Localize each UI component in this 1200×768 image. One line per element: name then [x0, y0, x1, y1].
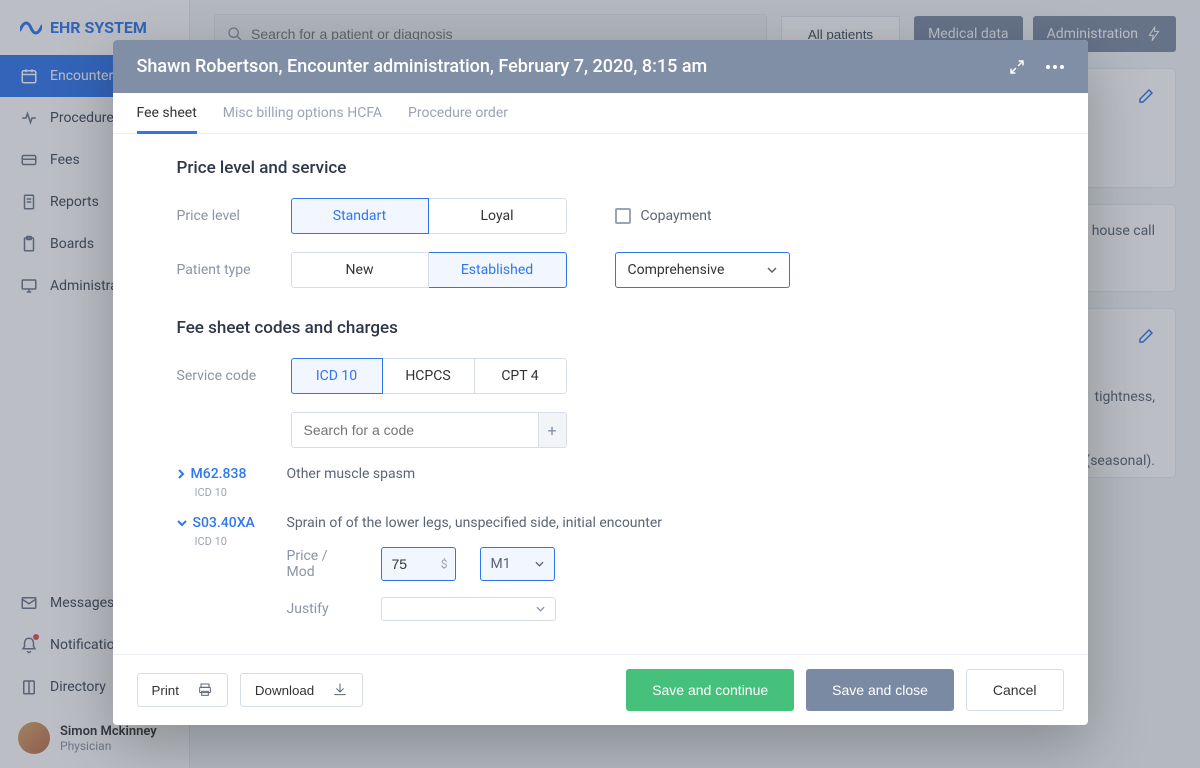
print-icon	[197, 682, 213, 698]
code-toggle[interactable]: S03.40XA	[177, 515, 257, 531]
save-close-button[interactable]: Save and close	[806, 669, 954, 711]
modifier-select[interactable]: M1	[480, 547, 555, 581]
label-price-mod: Price / Mod	[287, 548, 357, 580]
chevron-down-icon	[767, 267, 777, 273]
save-continue-button[interactable]: Save and continue	[626, 669, 794, 711]
seg-price-standard[interactable]: Standart	[291, 198, 429, 234]
label-patient-type: Patient type	[177, 262, 267, 278]
add-code-button[interactable]: +	[539, 412, 567, 448]
modal-title: Shawn Robertson, Encounter administratio…	[137, 56, 708, 77]
chevron-down-icon	[177, 519, 187, 527]
cancel-button[interactable]: Cancel	[966, 669, 1064, 711]
comprehensive-select[interactable]: Comprehensive	[615, 252, 790, 288]
label-service-code: Service code	[177, 368, 267, 384]
encounter-modal: Shawn Robertson, Encounter administratio…	[113, 40, 1088, 725]
code-system: ICD 10	[195, 486, 257, 499]
print-button[interactable]: Print	[137, 673, 228, 707]
seg-cpt4[interactable]: CPT 4	[475, 358, 567, 394]
code-system: ICD 10	[195, 535, 257, 548]
more-icon[interactable]	[1046, 65, 1064, 69]
section-price-level: Price level and service	[177, 158, 1024, 178]
label-price-level: Price level	[177, 208, 267, 224]
tab-procedure-order[interactable]: Procedure order	[408, 93, 508, 133]
seg-hcpcs[interactable]: HCPCS	[383, 358, 475, 394]
patient-type-segmented: New Established	[291, 252, 567, 288]
seg-icd10[interactable]: ICD 10	[291, 358, 383, 394]
price-level-segmented: Standart Loyal	[291, 198, 567, 234]
justify-select[interactable]	[381, 597, 556, 621]
code-value: M62.838	[191, 466, 247, 482]
seg-price-loyal[interactable]: Loyal	[429, 198, 567, 234]
chevron-down-icon	[535, 561, 544, 567]
code-description: Other muscle spasm	[287, 466, 1024, 499]
copayment-checkbox[interactable]	[615, 208, 631, 224]
section-codes: Fee sheet codes and charges	[177, 318, 1024, 338]
currency-symbol: $	[441, 557, 448, 571]
seg-patient-established[interactable]: Established	[429, 252, 567, 288]
code-value: S03.40XA	[193, 515, 255, 531]
download-icon	[332, 682, 348, 698]
expand-icon[interactable]	[1008, 58, 1026, 76]
download-button[interactable]: Download	[240, 673, 363, 707]
tab-fee-sheet[interactable]: Fee sheet	[137, 93, 197, 133]
code-system-segmented: ICD 10 HCPCS CPT 4	[291, 358, 567, 394]
seg-patient-new[interactable]: New	[291, 252, 429, 288]
code-description: Sprain of of the lower legs, unspecified…	[287, 515, 1024, 531]
code-toggle[interactable]: M62.838	[177, 466, 257, 482]
copayment-label: Copayment	[641, 208, 712, 224]
code-search-input[interactable]	[291, 412, 539, 448]
chevron-down-icon	[536, 606, 545, 612]
tab-misc-billing-options-hcfa[interactable]: Misc billing options HCFA	[223, 93, 382, 133]
label-justify: Justify	[287, 601, 357, 617]
chevron-right-icon	[177, 469, 185, 479]
